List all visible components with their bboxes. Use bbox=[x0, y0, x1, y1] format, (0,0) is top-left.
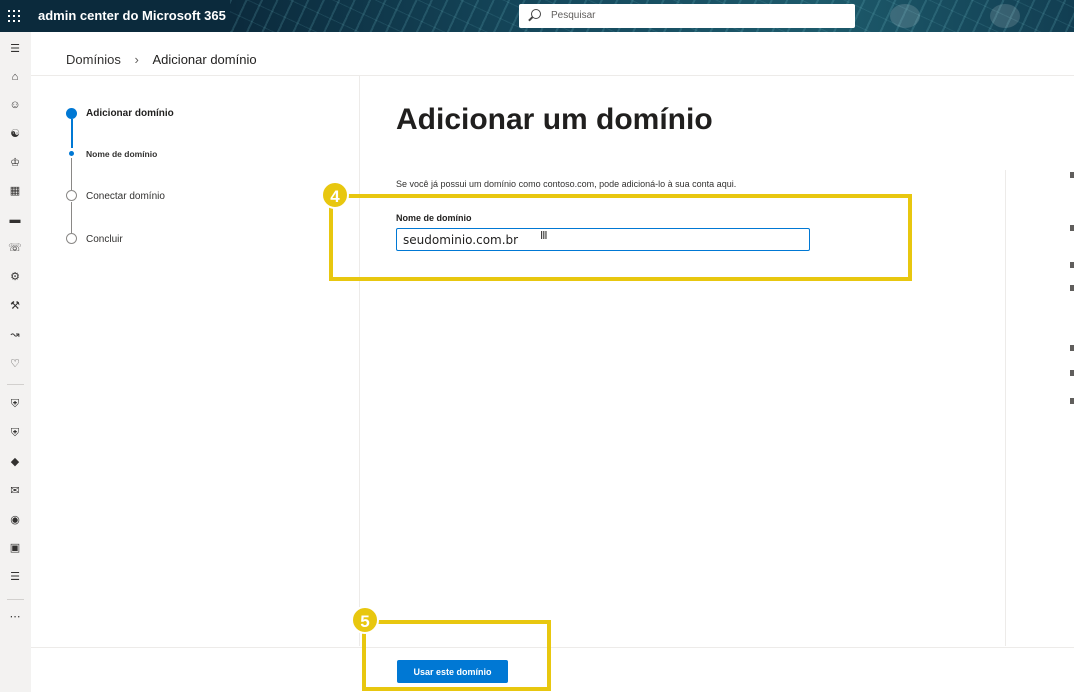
endpoint-icon[interactable]: ◆ bbox=[8, 455, 22, 469]
intro-text: Se você já possui um domínio como contos… bbox=[396, 179, 737, 189]
health-icon[interactable]: ♡ bbox=[8, 357, 22, 371]
page-title: Adicionar um domínio bbox=[396, 103, 713, 136]
step-empty-dot bbox=[66, 233, 77, 244]
header-actions bbox=[870, 4, 1074, 28]
app-launcher-icon[interactable] bbox=[8, 10, 20, 22]
footer-divider bbox=[31, 647, 1074, 648]
app-title[interactable]: admin center do Microsoft 365 bbox=[38, 8, 226, 23]
header-decoration bbox=[890, 4, 920, 28]
resources-icon[interactable]: ▦ bbox=[8, 184, 22, 198]
step-badge-4: 4 bbox=[321, 181, 349, 209]
exchange-icon[interactable]: ✉ bbox=[8, 484, 22, 498]
step-active-dot bbox=[66, 108, 77, 119]
highlight-box-button bbox=[362, 620, 551, 691]
breadcrumb-current: Adicionar domínio bbox=[152, 52, 257, 67]
breadcrumb-domains-link[interactable]: Domínios bbox=[66, 52, 121, 67]
right-panel-divider bbox=[1005, 170, 1006, 646]
step-add-domain[interactable]: Adicionar domínio bbox=[86, 108, 174, 119]
substep-domain-name[interactable]: Nome de domínio bbox=[86, 149, 157, 159]
wizard-stepper: Adicionar domínio Nome de domínio Conect… bbox=[60, 100, 350, 260]
step-connector bbox=[70, 119, 73, 148]
billing-icon[interactable]: ▬ bbox=[8, 213, 22, 227]
setup-icon[interactable]: ⚒ bbox=[8, 299, 22, 313]
reports-icon[interactable]: ↝ bbox=[8, 328, 22, 342]
highlight-box-field bbox=[329, 194, 912, 281]
step-finish[interactable]: Concluir bbox=[86, 234, 123, 245]
clipped-content bbox=[1070, 225, 1074, 231]
rail-divider bbox=[7, 384, 24, 385]
roles-icon[interactable]: ♔ bbox=[8, 156, 22, 170]
home-icon[interactable]: ⌂ bbox=[8, 70, 22, 84]
left-nav-rail: ☰ ⌂ ☺ ☯ ♔ ▦ ▬ ☏ ⚙ ⚒ ↝ ♡ ⛨ ⛨ ◆ ✉ ◉ ▣ ☰ ⋯ bbox=[0, 32, 31, 692]
step-connect-domain[interactable]: Conectar domínio bbox=[86, 191, 165, 202]
clipped-content bbox=[1070, 398, 1074, 404]
substep-dot bbox=[69, 151, 74, 156]
chevron-right-icon: › bbox=[134, 52, 139, 67]
step-connector bbox=[71, 158, 72, 190]
header-decoration bbox=[990, 4, 1020, 28]
step-connector bbox=[71, 202, 72, 233]
panel-divider bbox=[359, 76, 360, 646]
more-icon[interactable]: ⋯ bbox=[8, 610, 22, 624]
step-empty-dot bbox=[66, 190, 77, 201]
rail-divider bbox=[7, 599, 24, 600]
search-box[interactable]: Pesquisar bbox=[519, 4, 855, 28]
top-bar: admin center do Microsoft 365 Pesquisar bbox=[0, 0, 1074, 32]
breadcrumb: Domínios › Adicionar domínio bbox=[66, 52, 257, 67]
step-badge-5: 5 bbox=[351, 606, 379, 634]
search-icon bbox=[531, 9, 541, 19]
user-icon[interactable]: ☺ bbox=[8, 98, 22, 112]
all-admin-centers-icon[interactable]: ☰ bbox=[8, 570, 22, 584]
clipped-content bbox=[1070, 285, 1074, 291]
menu-icon[interactable]: ☰ bbox=[8, 42, 22, 56]
support-icon[interactable]: ☏ bbox=[8, 241, 22, 255]
clipped-content bbox=[1070, 172, 1074, 178]
clipped-content bbox=[1070, 262, 1074, 268]
clipped-content bbox=[1070, 345, 1074, 351]
search-placeholder: Pesquisar bbox=[551, 10, 596, 21]
compliance-icon[interactable]: ⛨ bbox=[8, 426, 22, 440]
sharepoint-icon[interactable]: ◉ bbox=[8, 513, 22, 527]
settings-icon[interactable]: ⚙ bbox=[8, 270, 22, 284]
teams-icon[interactable]: ▣ bbox=[8, 541, 22, 555]
groups-icon[interactable]: ☯ bbox=[8, 127, 22, 141]
security-icon[interactable]: ⛨ bbox=[8, 397, 22, 411]
header-divider bbox=[31, 75, 1074, 76]
clipped-content bbox=[1070, 370, 1074, 376]
